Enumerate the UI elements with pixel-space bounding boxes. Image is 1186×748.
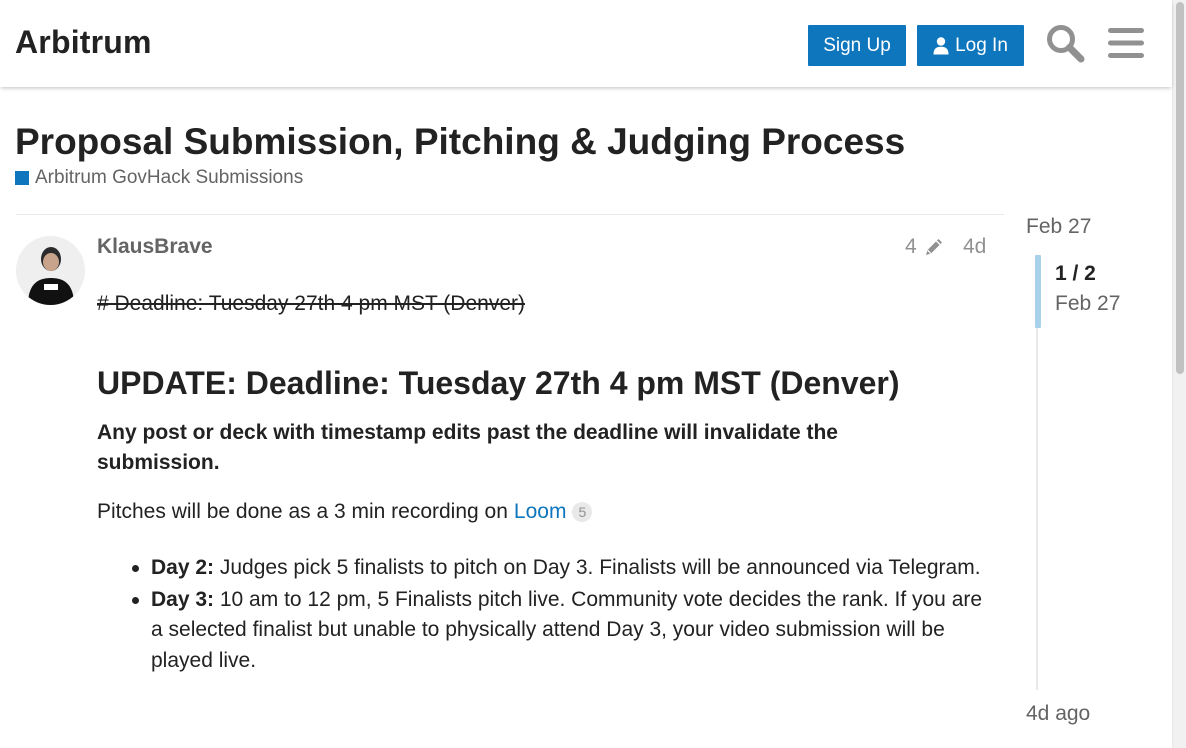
- site-title[interactable]: Arbitrum: [15, 24, 152, 61]
- pencil-icon: [925, 239, 942, 255]
- deadline-warning: Any post or deck with timestamp edits pa…: [97, 421, 838, 474]
- avatar-image: [16, 236, 85, 305]
- site-header: Arbitrum Sign Up Log In: [0, 0, 1172, 87]
- category-name: Arbitrum GovHack Submissions: [35, 167, 304, 188]
- timeline-position: 1 / 2: [1055, 262, 1096, 285]
- category-color-square: [15, 171, 29, 185]
- search-button[interactable]: [1043, 20, 1087, 66]
- user-icon: [933, 36, 949, 54]
- update-heading: UPDATE: Deadline: Tuesday 27th 4 pm MST …: [97, 365, 900, 401]
- post-date[interactable]: 4d: [963, 235, 986, 259]
- strikethrough-heading: # Deadline: Tuesday 27th 4 pm MST (Denve…: [97, 292, 525, 315]
- timeline-end-date[interactable]: 4d ago: [1026, 702, 1090, 726]
- sign-up-label: Sign Up: [823, 34, 891, 56]
- menu-button[interactable]: [1104, 20, 1148, 66]
- loom-link[interactable]: Loom: [514, 500, 567, 524]
- edit-history-button[interactable]: 4: [905, 235, 945, 259]
- list-item-label: Day 3:: [151, 587, 215, 611]
- link-click-count: 5: [572, 502, 593, 522]
- list-item-text: Judges pick 5 finalists to pitch on Day …: [214, 556, 981, 579]
- schedule-list: Day 2: Judges pick 5 finalists to pitch …: [132, 553, 991, 677]
- post-username[interactable]: KlausBrave: [97, 235, 213, 259]
- search-icon: [1047, 25, 1085, 63]
- category-badge[interactable]: Arbitrum GovHack Submissions: [15, 167, 303, 189]
- topic-title[interactable]: Proposal Submission, Pitching & Judging …: [15, 121, 905, 163]
- list-item: Day 3: 10 am to 12 pm, 5 Finalists pitch…: [132, 585, 991, 677]
- log-in-button[interactable]: Log In: [917, 25, 1024, 66]
- list-item: Day 2: Judges pick 5 finalists to pitch …: [132, 553, 991, 584]
- log-in-label: Log In: [955, 34, 1008, 56]
- timeline-start-date[interactable]: Feb 27: [1026, 215, 1091, 239]
- pitch-paragraph: Pitches will be done as a 3 min recordin…: [97, 500, 593, 524]
- edit-count: 4: [905, 235, 917, 258]
- hamburger-menu-icon: [1108, 28, 1144, 58]
- timeline-current-date: Feb 27: [1055, 292, 1121, 315]
- list-item-text: 10 am to 12 pm, 5 Finalists pitch live. …: [151, 587, 983, 672]
- pitch-text: Pitches will be done as a 3 min recordin…: [97, 500, 508, 523]
- timeline-handle[interactable]: [1035, 255, 1041, 328]
- avatar[interactable]: [16, 236, 85, 305]
- page-scrollbar[interactable]: [1172, 0, 1186, 748]
- list-item-label: Day 2:: [151, 556, 215, 579]
- topic-divider: [16, 214, 1004, 215]
- sign-up-button[interactable]: Sign Up: [808, 25, 906, 66]
- scrollbar-thumb[interactable]: [1176, 2, 1184, 374]
